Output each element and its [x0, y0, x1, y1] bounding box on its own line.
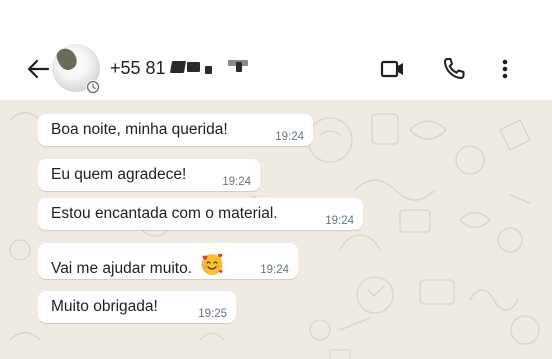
message-text: Eu quem agradece!	[51, 166, 187, 183]
arrow-left-icon[interactable]	[26, 59, 50, 79]
message-text: Boa noite, minha querida!	[51, 121, 228, 138]
redacted-number	[236, 62, 242, 72]
message-bubble[interactable]: Estou encantada com o material. 19:24	[38, 198, 363, 230]
message-time: 19:24	[325, 215, 354, 227]
chat-area[interactable]: Boa noite, minha querida! 19:24 Eu quem …	[0, 100, 552, 359]
redacted-number	[205, 66, 212, 74]
chat-header: +55 81	[0, 38, 552, 100]
message-bubble[interactable]: Boa noite, minha querida! 19:24	[38, 114, 313, 146]
message-time: 19:24	[275, 131, 304, 143]
message-bubble[interactable]: Muito obrigada! 19:25	[38, 291, 236, 323]
message-bubble[interactable]: Eu quem agradece! 19:24	[38, 159, 260, 191]
phone-icon[interactable]	[439, 54, 469, 84]
message-bubble[interactable]: Vai me ajudar muito. 19:24	[38, 243, 298, 279]
more-vert-icon[interactable]	[490, 54, 520, 84]
message-text: Vai me ajudar muito.	[51, 252, 224, 278]
contact-name[interactable]: +55 81	[110, 57, 166, 79]
message-time: 19:24	[260, 264, 289, 276]
message-text-content: Vai me ajudar muito.	[51, 260, 192, 277]
message-time: 19:24	[222, 176, 251, 188]
smiling-face-with-hearts-icon	[202, 253, 223, 275]
status-clock-icon	[86, 80, 100, 94]
chat-screen: +55 81 Boa noite, minha querida! 19:24 E…	[0, 0, 552, 359]
message-text: Muito obrigada!	[51, 298, 158, 315]
message-time: 19:25	[198, 308, 227, 320]
message-text: Estou encantada com o material.	[51, 205, 278, 222]
redacted-number	[187, 62, 200, 72]
video-call-icon[interactable]	[378, 54, 408, 84]
redacted-number	[169, 61, 187, 73]
